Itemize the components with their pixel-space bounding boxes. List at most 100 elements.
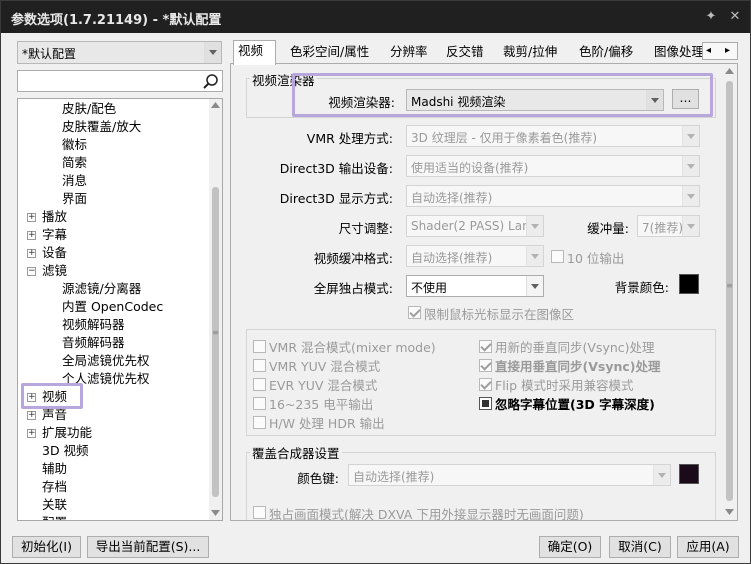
scroll-down-icon[interactable] (725, 509, 734, 515)
tree-item[interactable]: − 滤镜 (27, 262, 68, 280)
tenbit-label: 10 位输出 (567, 251, 625, 266)
option-checkbox[interactable] (253, 378, 266, 391)
tree-item[interactable]: 辅助 (42, 460, 67, 478)
tree-item[interactable]: 源滤镜/分离器 (62, 280, 141, 298)
tree-item-label: 内置 OpenCodec (62, 299, 164, 314)
buffer-label: 缓冲量: (587, 221, 629, 236)
export-config-button[interactable]: 导出当前配置(S)... (87, 536, 209, 558)
tree-item[interactable]: 皮肤/配色 (62, 100, 116, 118)
ok-button[interactable]: 确定(O) (539, 536, 601, 558)
option-checkbox[interactable] (253, 340, 266, 353)
tab-levels[interactable]: 色阶/偏移 (575, 42, 637, 64)
option-checkbox[interactable] (253, 397, 266, 410)
tab-crop-stretch[interactable]: 裁剪/拉伸 (499, 42, 561, 64)
d3d-device-select[interactable]: 使用适当的设备(推荐) (406, 155, 700, 177)
expand-icon[interactable]: + (27, 429, 36, 438)
tree-item[interactable]: + 设备 (27, 244, 67, 262)
buffer-format-label: 视频缓冲格式: (313, 251, 393, 266)
init-button[interactable]: 初始化(I) (12, 536, 81, 558)
option-checkbox[interactable] (253, 416, 266, 429)
tree-item[interactable]: + 播放 (27, 208, 67, 226)
tree-item[interactable]: 关联 (42, 496, 67, 514)
buffer-format-select[interactable]: 自动选择(推荐) (406, 245, 544, 267)
resize-select[interactable]: Shader(2 PASS) Lanczos (406, 215, 544, 237)
search-input[interactable] (20, 73, 196, 89)
tree-item[interactable]: 配置 (42, 514, 67, 520)
title-bar[interactable]: 参数选项(1.7.21149) - *默认配置 ✦ ✕ (1, 1, 750, 33)
tab-label: 裁剪/拉伸 (503, 44, 558, 59)
tree-item-label: 徽标 (62, 137, 88, 152)
overlay-group-title: 覆盖合成器设置 (250, 443, 342, 462)
option-label: EVR YUV 混合模式 (269, 378, 378, 393)
pin-icon[interactable]: ✦ (701, 7, 721, 27)
tab-colorspace[interactable]: 色彩空间/属性 (286, 42, 373, 64)
chevron-down-icon (682, 126, 699, 146)
bgcolor-swatch[interactable] (679, 274, 699, 294)
tree-item[interactable]: 3D 视频 (42, 442, 89, 460)
tree-item[interactable]: + 字幕 (27, 226, 67, 244)
panel-scrollbar[interactable]: ≡ (722, 64, 737, 520)
tree-item-label: 简索 (62, 155, 88, 170)
option-label: VMR 混合模式(mixer mode) (269, 340, 436, 355)
tree-item-label: 滤镜 (42, 263, 68, 278)
expand-icon[interactable]: + (27, 231, 36, 240)
settings-tree[interactable]: ≡ 皮肤/配色 皮肤覆盖/放大 徽标 简索 消息 界面 + 播放 + 字幕 + 设备 − 滤镜 源滤镜/分离… (17, 98, 223, 521)
apply-button[interactable]: 应用(A) (677, 536, 739, 558)
buffer-select[interactable]: 7(推荐) (637, 215, 700, 237)
exclusive-checkbox[interactable] (253, 506, 266, 519)
tab-deinterlace[interactable]: 反交错 (442, 42, 488, 64)
expand-icon[interactable]: + (27, 411, 36, 420)
fullscreen-select[interactable]: 不使用 (406, 275, 544, 297)
tab-scroll-left-icon[interactable]: ◂ (706, 43, 711, 59)
search-box[interactable] (17, 70, 223, 92)
collapse-icon[interactable]: − (27, 267, 36, 276)
tree-item[interactable]: 皮肤覆盖/放大 (62, 118, 141, 136)
tenbit-checkbox[interactable] (551, 250, 564, 263)
tree-item[interactable]: 界面 (62, 190, 87, 208)
exclusive-label: 独占画面模式(解决 DXVA 下用外接显示器时无画面问题) (269, 507, 584, 521)
vmr-mode-select[interactable]: 3D 纹理层 - 仅用于像素着色(推荐) (406, 125, 700, 147)
tree-item[interactable]: 全局滤镜优先权 (62, 352, 150, 370)
tree-scroll-thumb[interactable] (212, 187, 219, 497)
profile-select[interactable]: *默认配置 (17, 41, 222, 64)
chevron-down-icon (682, 156, 699, 176)
tree-item[interactable]: 内置 OpenCodec (62, 298, 163, 316)
close-icon[interactable]: ✕ (725, 7, 745, 27)
option-checkbox[interactable] (479, 359, 492, 372)
scroll-up-icon[interactable] (725, 68, 734, 74)
resize-label: 尺寸调整: (338, 221, 393, 236)
option-checkbox[interactable] (253, 359, 266, 372)
option-checkbox[interactable] (479, 397, 492, 410)
expand-icon[interactable]: + (27, 249, 36, 258)
tree-item[interactable]: 音频解码器 (62, 334, 125, 352)
scroll-up-icon[interactable] (211, 102, 220, 108)
tree-item-label: 视频解码器 (62, 317, 125, 332)
tab-label: 视频 (238, 43, 264, 58)
chevron-down-icon (653, 465, 670, 485)
search-icon[interactable] (202, 73, 220, 90)
tab-resolution[interactable]: 分辨率 (386, 42, 432, 64)
tab-video[interactable]: 视频 (233, 40, 276, 65)
chevron-down-icon (526, 216, 543, 236)
cancel-button[interactable]: 取消(C) (609, 536, 671, 558)
option-checkbox[interactable] (479, 378, 492, 391)
tab-image-processing[interactable]: 图像处理 (650, 42, 702, 64)
option-label: 忽略字幕位置(3D 字幕深度) (495, 397, 655, 412)
scroll-down-icon[interactable] (211, 510, 220, 516)
d3d-display-value: 自动选择(推荐) (411, 191, 493, 205)
tab-scroll-right-icon[interactable]: ▸ (725, 43, 730, 59)
tree-item[interactable]: 徽标 (62, 136, 87, 154)
tree-item[interactable]: 视频解码器 (62, 316, 125, 334)
expand-icon[interactable]: + (27, 213, 36, 222)
panel-scroll-thumb[interactable] (726, 81, 733, 501)
tree-item[interactable]: 简索 (62, 154, 87, 172)
colorkey-select[interactable]: 自动选择(推荐) (348, 464, 671, 486)
tree-scrollbar[interactable]: ≡ (209, 99, 222, 520)
tree-item[interactable]: 存档 (42, 478, 67, 496)
tree-item[interactable]: + 扩展功能 (27, 424, 92, 442)
tree-item[interactable]: 消息 (62, 172, 87, 190)
restrict-cursor-checkbox[interactable] (408, 306, 421, 319)
d3d-display-select[interactable]: 自动选择(推荐) (406, 185, 700, 207)
option-checkbox[interactable] (479, 340, 492, 353)
colorkey-swatch[interactable] (679, 464, 699, 484)
